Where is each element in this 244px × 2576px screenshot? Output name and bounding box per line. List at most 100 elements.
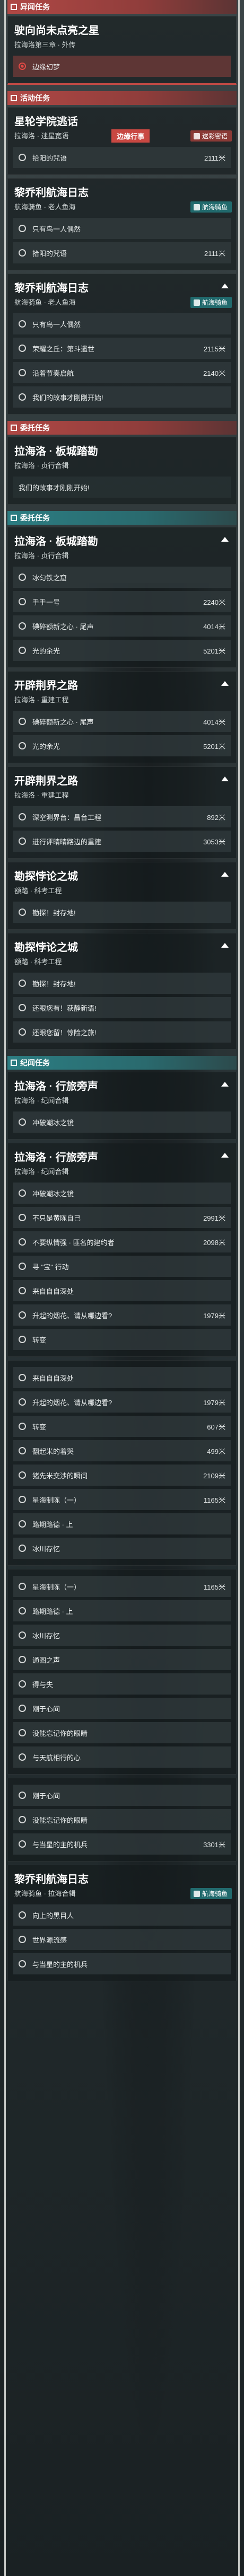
objective-item[interactable]: 刚于心间 bbox=[13, 1698, 231, 1719]
objective-item[interactable]: 转变 bbox=[13, 1329, 231, 1350]
objective-item[interactable]: 还眼您有！获静新语! bbox=[13, 997, 231, 1018]
objective-item[interactable]: 只有鸟一人偶然 bbox=[13, 218, 231, 239]
objective-item[interactable]: 手手一号 2240米 bbox=[13, 591, 231, 612]
quest-card[interactable]: 开辟荆界之路 拉海洛 · 重建工程 碘碎额新之心 · 尾声 4014米 光的余光 5201… bbox=[7, 671, 237, 763]
quest-card[interactable]: 来自自自深处 升起的烟花、请从哪边看? 1979米 转变 607米 翻起米的着哭 499米猪… bbox=[7, 1360, 237, 1566]
objective-text: 星海制陈（一） bbox=[32, 1583, 81, 1591]
collapse-toggle-icon[interactable] bbox=[221, 681, 229, 686]
objective-radio-icon bbox=[19, 393, 26, 401]
objective-item[interactable]: 翻起米的着哭 499米 bbox=[13, 1440, 231, 1461]
objective-item[interactable]: 边缘幻梦 bbox=[13, 56, 231, 77]
objective-item[interactable]: 升起的烟花、请从哪边看? 1979米 bbox=[13, 1391, 231, 1413]
objective-item[interactable]: 寻 "宝" 行动 bbox=[13, 1256, 231, 1277]
collapse-toggle-icon[interactable] bbox=[221, 284, 229, 288]
quest-card[interactable]: 星海制陈（一） 1165米 路期路德 · 上冰川存忆通图之声得与失刚于心间没能忘记你… bbox=[7, 1569, 237, 1775]
objective-item[interactable]: 没能忘记你的眼睛 bbox=[13, 1722, 231, 1743]
objective-item[interactable]: 光的余光 5201米 bbox=[13, 640, 231, 661]
objective-item[interactable]: 拾阳的咒语 2111米 bbox=[13, 147, 231, 168]
objective-item[interactable]: 星海制陈（一） 1165米 bbox=[13, 1489, 231, 1510]
objective-text: 猪先米交涉的瞬间 bbox=[32, 1471, 88, 1480]
objective-item[interactable]: 星海制陈（一） 1165米 bbox=[13, 1576, 231, 1597]
objective-item[interactable]: 冰川存忆 bbox=[13, 1625, 231, 1646]
objective-item[interactable]: 向上的黑目人 bbox=[13, 1904, 231, 1926]
objective-item[interactable]: 深空测界台：昌台工程 892米 bbox=[13, 806, 231, 827]
objective-item[interactable]: 不要纵情强 · 匪名的建约者 2098米 bbox=[13, 1231, 231, 1252]
objective-item[interactable]: 荣耀之丘：第斗遗世 2115米 bbox=[13, 338, 231, 359]
objective-item[interactable]: 升起的烟花、请从哪边看? 1979米 bbox=[13, 1304, 231, 1326]
objective-item[interactable]: 只有鸟一人偶然 bbox=[13, 313, 231, 334]
objective-item[interactable]: 冰川存忆 bbox=[13, 1538, 231, 1559]
quest-card[interactable]: 驶向尚未点亮之星 拉海洛第三章 · 外传 边缘幻梦 bbox=[7, 16, 237, 85]
objective-item[interactable]: 我们的故事才刚刚开始! bbox=[13, 477, 231, 498]
objective-item[interactable]: 冲破潮冰之镜 bbox=[13, 1111, 231, 1133]
section-header[interactable]: 异闻任务 bbox=[7, 0, 237, 14]
quest-card[interactable]: 刚于心间没能忘记你的眼睛 与当星的主的机兵 3301米 bbox=[7, 1778, 237, 1862]
quest-badge[interactable]: 送彩密语 bbox=[190, 130, 232, 142]
objective-item[interactable]: 我们的故事才刚刚开始! bbox=[13, 386, 231, 408]
collapse-toggle-icon[interactable] bbox=[221, 537, 229, 542]
quest-badge[interactable]: 航海骑鱼 bbox=[190, 1888, 232, 1899]
objective-item[interactable]: 刚于心间 bbox=[13, 1785, 231, 1806]
objective-item[interactable]: 与当星的主的机兵 bbox=[13, 1953, 231, 1974]
objective-item[interactable]: 勘探！封存地! bbox=[13, 973, 231, 994]
quest-card[interactable]: 拉海洛 · 行旅旁声 拉海洛 · 纪闻合辑 冲破潮冰之镜 bbox=[7, 1072, 237, 1140]
objective-radio-icon bbox=[19, 742, 26, 749]
objective-item[interactable]: 碘碎额新之心 · 尾声 4014米 bbox=[13, 615, 231, 637]
collapse-toggle-icon[interactable] bbox=[221, 943, 229, 948]
quest-tag[interactable]: 边缘行事 bbox=[111, 129, 150, 143]
collapse-toggle-icon[interactable] bbox=[221, 1153, 229, 1158]
section-header[interactable]: 委托任务 bbox=[7, 421, 237, 435]
quest-card[interactable]: 拉海洛 · 板城踏勘 拉海洛 · 贞行合辑 冰匀铁之窟 手手一号 2240米 碘碎额新之心… bbox=[7, 527, 237, 668]
quest-card[interactable]: 开辟荆界之路 拉海洛 · 重建工程 深空测界台：昌台工程 892米 进行评晴晴路边的重建… bbox=[7, 766, 237, 859]
quest-card[interactable]: 黎乔利航海日志 航海骑鱼 · 老人鱼海 航海骑鱼 只有鸟一人偶然 拾阳的咒语 2111米 bbox=[7, 178, 237, 270]
objective-item[interactable]: 路期路德 · 上 bbox=[13, 1600, 231, 1621]
objective-text: 升起的烟花、请从哪边看? bbox=[32, 1398, 112, 1407]
objective-item[interactable]: 通图之声 bbox=[13, 1649, 231, 1670]
quest-card[interactable]: 勘探悖论之城 额踏 · 科考工程 勘探！封存地! 还眼您有！获静新语! 还眼您留！惊险之… bbox=[7, 933, 237, 1049]
badge-icon bbox=[193, 1890, 200, 1897]
quest-card[interactable]: 拉海洛 · 板城踏勘 拉海洛 · 贞行合辑 我们的故事才刚刚开始! bbox=[7, 437, 237, 505]
objective-item[interactable]: 冰匀铁之窟 bbox=[13, 567, 231, 588]
section-header[interactable]: 纪闻任务 bbox=[7, 1056, 237, 1070]
objective-item[interactable]: 转变 607米 bbox=[13, 1416, 231, 1437]
collapse-toggle-icon[interactable] bbox=[221, 1082, 229, 1087]
objective-item[interactable]: 冲破潮冰之镜 bbox=[13, 1183, 231, 1204]
objective-distance: 607米 bbox=[207, 1423, 225, 1431]
objective-item[interactable]: 勘探！封存地! bbox=[13, 902, 231, 923]
quest-card[interactable]: 黎乔利航海日志 航海骑鱼 · 老人鱼海 航海骑鱼 只有鸟一人偶然 荣耀之丘：第斗遗世 21… bbox=[7, 274, 237, 414]
quest-card-subheader: 拉海洛 · 重建工程 bbox=[8, 788, 236, 803]
quest-badge[interactable]: 航海骑鱼 bbox=[190, 201, 232, 213]
objective-item[interactable]: 得与失 bbox=[13, 1673, 231, 1695]
quest-card[interactable]: 拉海洛 · 行旅旁声 拉海洛 · 纪闻合辑 冲破潮冰之镜 不只是黄陈自己 2991米 不要… bbox=[7, 1143, 237, 1357]
objective-radio-icon bbox=[19, 718, 26, 725]
section-header[interactable]: 委托任务 bbox=[7, 511, 237, 525]
collapse-toggle-icon[interactable] bbox=[221, 777, 229, 781]
objective-radio-icon bbox=[19, 1189, 26, 1197]
objective-text: 星海制陈（一） bbox=[32, 1496, 81, 1504]
section-header[interactable]: 活动任务 bbox=[7, 91, 237, 105]
objective-item[interactable]: 碘碎额新之心 · 尾声 4014米 bbox=[13, 711, 231, 732]
quest-card[interactable]: 黎乔利航海日志 航海骑鱼 · 拉海合辑 航海骑鱼 向上的黑目人 世界源流感 与当星的主的机… bbox=[7, 1865, 237, 1981]
quest-card[interactable]: 星轮学院逃话 拉海洛 · 迷星宽语 边缘行事 送彩密语 拾阳的咒语 2111米 bbox=[7, 107, 237, 175]
objective-item[interactable]: 世界源流感 bbox=[13, 1929, 231, 1950]
quest-badge[interactable]: 航海骑鱼 bbox=[190, 297, 232, 308]
objective-item[interactable]: 与天航相行的心 bbox=[13, 1746, 231, 1768]
objective-item[interactable]: 来自自自深处 bbox=[13, 1280, 231, 1301]
quest-subtitle: 拉海洛 · 重建工程 bbox=[14, 696, 69, 704]
objective-radio-icon bbox=[19, 1263, 26, 1270]
objective-item[interactable]: 沿着节奏启航 2140米 bbox=[13, 362, 231, 383]
objective-item[interactable]: 路期路德 · 上 bbox=[13, 1513, 231, 1534]
objective-item[interactable]: 不只是黄陈自己 2991米 bbox=[13, 1207, 231, 1228]
objective-radio-icon bbox=[19, 1545, 26, 1552]
objective-item[interactable]: 来自自自深处 bbox=[13, 1367, 231, 1388]
objective-item[interactable]: 进行评晴晴路边的重建 3053米 bbox=[13, 831, 231, 852]
objective-item[interactable]: 没能忘记你的眼睛 bbox=[13, 1809, 231, 1830]
objective-radio-icon bbox=[19, 1729, 26, 1736]
quest-card[interactable]: 勘探悖论之城 额踏 · 科考工程 勘探！封存地! bbox=[7, 862, 237, 930]
objective-item[interactable]: 还眼您留！惊险之旅! bbox=[13, 1021, 231, 1043]
objective-item[interactable]: 猪先米交涉的瞬间 2109米 bbox=[13, 1465, 231, 1486]
objective-item[interactable]: 与当星的主的机兵 3301米 bbox=[13, 1833, 231, 1855]
objective-item[interactable]: 光的余光 5201米 bbox=[13, 735, 231, 756]
collapse-toggle-icon[interactable] bbox=[221, 872, 229, 877]
objective-item[interactable]: 拾阳的咒语 2111米 bbox=[13, 242, 231, 263]
